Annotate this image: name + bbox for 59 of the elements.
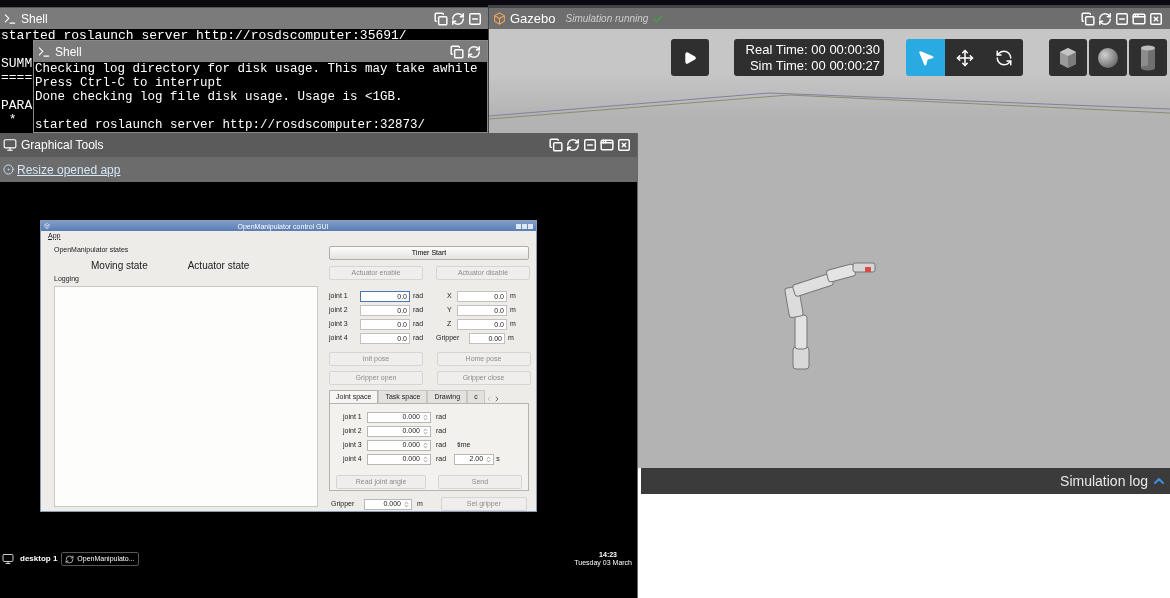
sphere-icon [1097, 46, 1119, 69]
restore-icon[interactable] [549, 138, 563, 152]
shape-button[interactable] [1129, 39, 1167, 76]
minimize-icon[interactable] [1115, 11, 1129, 26]
restore-icon[interactable] [434, 11, 448, 26]
refresh-icon[interactable] [1098, 11, 1112, 26]
terminal-line: Done checking log file disk usage. Usage is <1GB. [35, 90, 403, 104]
move-arrows-icon [955, 48, 974, 67]
moving-state-label: Moving state [91, 258, 148, 273]
terminal-line: PARA [1, 99, 33, 113]
restore-icon[interactable] [1081, 11, 1095, 26]
gazebo-logo-icon [493, 12, 506, 25]
simulation-status: Simulation running [565, 12, 649, 26]
maximize-icon[interactable] [600, 138, 614, 152]
refresh-icon[interactable] [451, 11, 465, 26]
app-icon [65, 554, 75, 564]
window-title: Graphical Tools [21, 137, 104, 154]
actuator-state-label: Actuator state [187, 258, 250, 273]
tool-button[interactable] [984, 39, 1023, 76]
window-title: Shell [21, 10, 48, 28]
cube-icon [1058, 46, 1078, 69]
minimize-icon[interactable] [468, 11, 482, 26]
window-title: Shell [55, 43, 82, 61]
close-icon[interactable] [1149, 11, 1163, 26]
play-icon [683, 50, 697, 65]
check-icon [652, 12, 665, 25]
terminal-line: ==== [1, 71, 33, 85]
restore-icon[interactable] [450, 44, 464, 59]
terminal-line: started roslaunch server http://rosdscomputer:35691/ [1, 29, 407, 43]
app-icon [44, 223, 50, 229]
close-icon[interactable] [617, 138, 631, 152]
terminal-line: * [7, 113, 17, 127]
rotate-icon [994, 48, 1013, 67]
desktop-label[interactable]: desktop 1 [20, 553, 58, 565]
terminal-line: Checking log directory for disk usage. This may take awhile [35, 62, 478, 76]
shape-button[interactable] [1049, 39, 1087, 76]
cylinder-icon [1140, 44, 1156, 71]
terminal-line: SUMM [1, 57, 33, 71]
refresh-icon[interactable] [566, 138, 580, 152]
maximize-icon[interactable] [1132, 11, 1146, 26]
radio-icon [3, 164, 14, 175]
refresh-icon[interactable] [467, 44, 481, 59]
terminal-line: started roslaunch server http://rosdscomputer:32873/ [35, 118, 426, 132]
resize-link[interactable]: Resize opened app [17, 160, 121, 179]
monitor-icon [3, 138, 17, 152]
pointer-icon [916, 48, 935, 67]
simulation-log-label: Simulation log [1060, 471, 1148, 491]
minimize-icon[interactable] [583, 138, 597, 152]
desktop-icon[interactable] [2, 553, 14, 565]
simulation-log-bar[interactable]: Simulation log [641, 468, 1170, 494]
terminal-line: Press Ctrl-C to interrupt [35, 76, 223, 90]
sim-time-label: Sim Time: 00 00:00:27 [749, 57, 880, 74]
tool-button[interactable] [945, 39, 984, 76]
terminal-icon [3, 11, 17, 26]
real-time-label: Real Time: 00 00:00:30 [745, 41, 880, 58]
play-button[interactable] [671, 39, 709, 76]
window-title: Gazebo [510, 9, 556, 28]
terminal-icon [37, 44, 51, 59]
shape-button[interactable] [1089, 39, 1127, 76]
